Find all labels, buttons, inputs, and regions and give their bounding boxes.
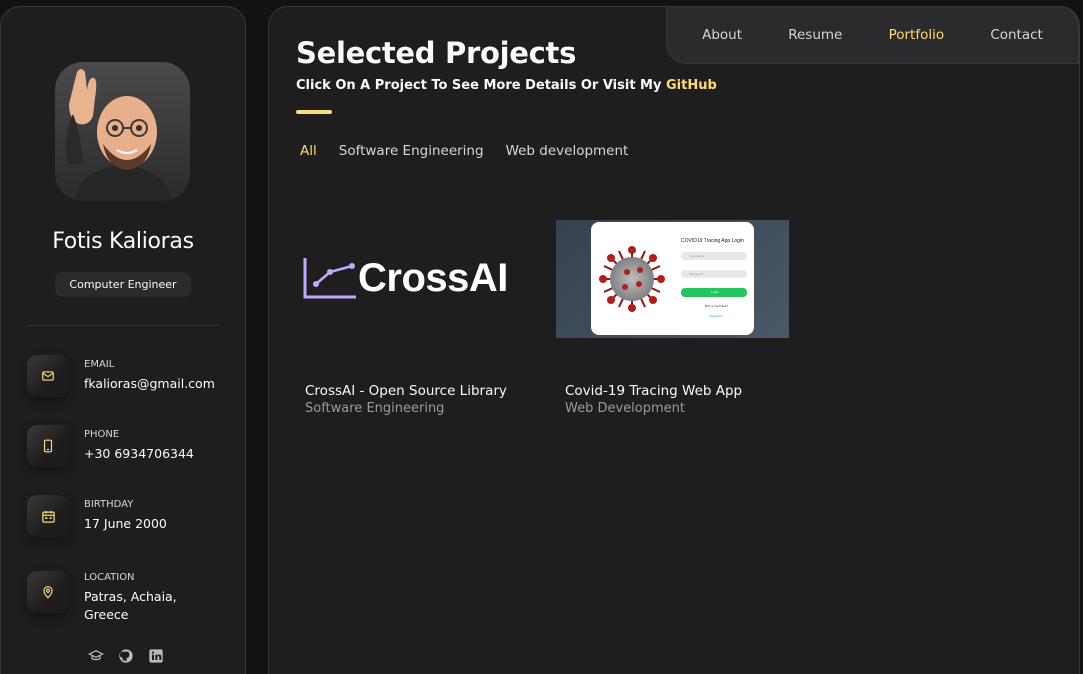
avatar [55, 62, 190, 201]
project-category: Web Development [565, 401, 685, 416]
github-link[interactable]: GitHub [666, 78, 717, 93]
profile-title-badge: Computer Engineer [55, 272, 191, 297]
nav-resume[interactable]: Resume [788, 27, 842, 43]
linkedin-icon[interactable] [147, 647, 165, 665]
filter-software-engineering[interactable]: Software Engineering [339, 143, 484, 159]
register-link: Register [710, 314, 723, 318]
password-field: Password [681, 270, 747, 278]
contact-label: LOCATION [84, 572, 135, 583]
main-panel [268, 6, 1080, 674]
contact-label: PHONE [84, 429, 120, 440]
login-label: Login [711, 290, 720, 294]
project-card-covid[interactable]: COVID19 Tracing App Login Username Passw… [556, 220, 789, 416]
title-underline [296, 110, 332, 114]
location-pin-icon [27, 571, 69, 613]
birthday-value: 17 June 2000 [84, 516, 167, 531]
nav-portfolio[interactable]: Portfolio [889, 27, 945, 43]
nav-contact[interactable]: Contact [990, 27, 1043, 43]
graduation-cap-icon[interactable] [87, 647, 105, 665]
nav-about[interactable]: About [702, 27, 742, 43]
login-button: Login [681, 288, 747, 297]
filter-web-development[interactable]: Web development [506, 143, 629, 159]
memoji-avatar-icon [65, 69, 171, 201]
virus-icon [599, 246, 665, 312]
sidebar: Fotis Kalioras Computer Engineer EMAIL f… [0, 6, 246, 674]
username-field: Username [681, 252, 747, 260]
project-card-crossai[interactable]: CrossAI CrossAI - Open Source Library So… [296, 220, 529, 416]
login-screenshot: COVID19 Tracing App Login Username Passw… [591, 222, 754, 335]
page-subtitle: Click On A Project To See More Details O… [296, 78, 717, 93]
project-category: Software Engineering [305, 401, 445, 416]
phone-link[interactable]: +30 6934706344 [84, 445, 224, 463]
project-image[interactable]: CrossAI [296, 220, 529, 338]
password-placeholder: Password [689, 272, 704, 276]
profile-name: Fotis Kalioras [52, 229, 194, 254]
username-placeholder: Username [689, 254, 705, 258]
filter-all[interactable]: All [300, 143, 317, 159]
project-image[interactable]: COVID19 Tracing App Login Username Passw… [556, 220, 789, 338]
project-title[interactable]: Covid-19 Tracing Web App [565, 383, 742, 399]
calendar-icon [27, 495, 69, 537]
github-icon[interactable] [117, 647, 135, 665]
separator [27, 325, 219, 326]
phone-icon [27, 425, 69, 467]
contact-label: EMAIL [84, 359, 115, 370]
contact-label: BIRTHDAY [84, 499, 134, 510]
location-value: Patras, Achaia, Greece [84, 589, 177, 622]
filter-list: All Software Engineering Web development [300, 143, 628, 159]
subtitle-text: Click On A Project To See More Details O… [296, 78, 666, 93]
social-links [87, 647, 165, 665]
top-navbar: About Resume Portfolio Contact [666, 6, 1079, 64]
not-member-text: Not a member? [705, 304, 729, 308]
crossai-logo-text: CrossAI [358, 256, 508, 300]
project-title[interactable]: CrossAI - Open Source Library [305, 383, 507, 399]
mail-icon [27, 355, 69, 397]
page-title: Selected Projects [296, 36, 577, 70]
login-heading: COVID19 Tracing App Login [681, 238, 744, 244]
email-link[interactable]: fkalioras@gmail.com [84, 375, 224, 393]
